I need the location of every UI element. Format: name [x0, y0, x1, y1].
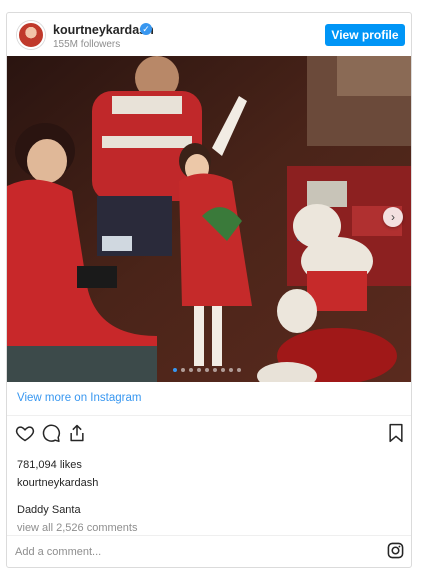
carousel-dot [213, 368, 217, 372]
username[interactable]: kourtneykardash [53, 23, 154, 37]
comment-icon[interactable] [41, 423, 61, 443]
like-count: 781,094 likes [17, 459, 82, 471]
carousel-dot [197, 368, 201, 372]
carousel-dot [237, 368, 241, 372]
add-comment-input[interactable] [15, 543, 375, 561]
avatar[interactable] [17, 21, 45, 49]
divider [7, 415, 411, 416]
view-profile-button[interactable]: View profile [325, 24, 405, 46]
carousel-dot [205, 368, 209, 372]
carousel-next-icon[interactable]: › [383, 207, 403, 227]
carousel-dot [181, 368, 185, 372]
carousel-dot [229, 368, 233, 372]
carousel-dots [173, 368, 241, 372]
carousel-dot [189, 368, 193, 372]
heart-icon[interactable] [15, 423, 35, 443]
follower-count: 155M followers [53, 39, 121, 50]
post-photo[interactable]: › [7, 56, 411, 382]
divider [7, 535, 411, 536]
post-header: kourtneykardash ✓ 155M followers View pr… [7, 13, 411, 57]
share-icon[interactable] [67, 423, 87, 443]
view-comments-link[interactable]: view all 2,526 comments [17, 522, 137, 534]
carousel-dot [173, 368, 177, 372]
bookmark-icon[interactable] [387, 423, 405, 443]
verified-badge-icon: ✓ [140, 23, 152, 35]
instagram-embed-card: kourtneykardash ✓ 155M followers View pr… [6, 12, 412, 568]
photo-illustration [7, 56, 411, 382]
post-caption: Daddy Santa [17, 504, 81, 516]
post-owner[interactable]: kourtneykardash [17, 477, 98, 489]
instagram-logo-icon[interactable] [387, 542, 404, 564]
view-more-link[interactable]: View more on Instagram [17, 392, 141, 404]
carousel-dot [221, 368, 225, 372]
